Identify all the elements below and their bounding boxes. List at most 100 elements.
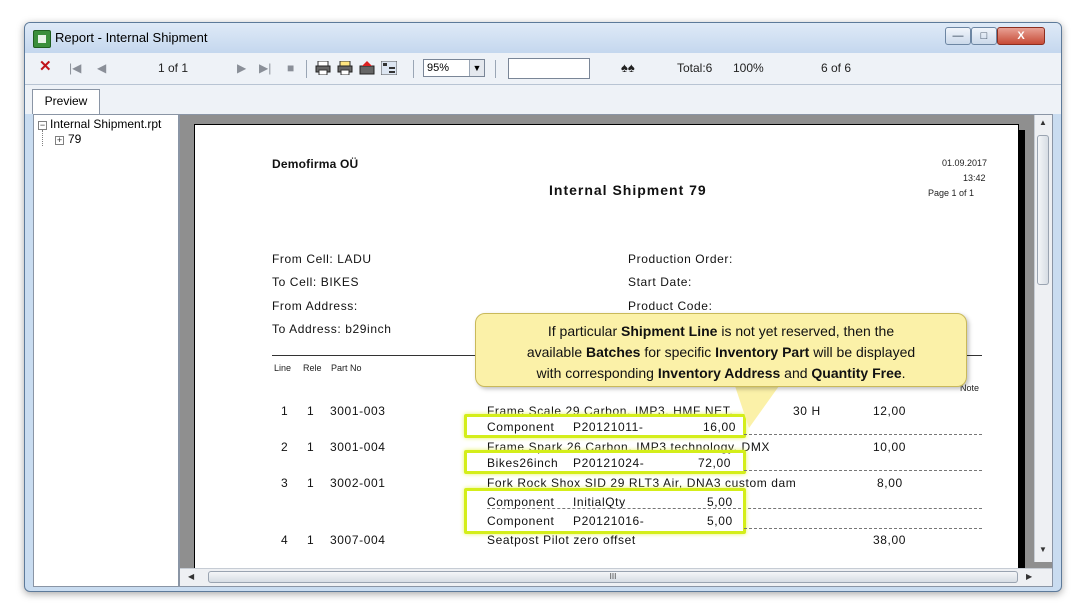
page-indicator: 1 of 1: [158, 61, 189, 75]
horizontal-scroll-thumb[interactable]: III: [208, 571, 1018, 583]
toolbar-separator: [413, 60, 414, 78]
callout-text: for specific: [640, 344, 716, 360]
export-icon[interactable]: [359, 61, 375, 75]
callout-emphasis: Inventory Part: [715, 344, 810, 360]
row-3-qty: 8,00: [877, 476, 903, 490]
row-4-part: 3007-004: [330, 533, 386, 547]
report-title: Internal Shipment 79: [549, 182, 707, 198]
row-2-qty: 10,00: [873, 440, 907, 454]
callout-pointer: [735, 386, 779, 428]
row-2-rel: 1: [307, 440, 315, 454]
batch-highlight: [464, 450, 746, 474]
row-4-desc: Seatpost Pilot zero offset: [487, 533, 636, 547]
total-records: Total:6: [677, 61, 713, 75]
to-address: To Address: b29inch: [272, 322, 392, 336]
record-count: 6 of 6: [821, 61, 852, 75]
batch-highlight: [464, 488, 746, 534]
callout-text: and: [780, 365, 812, 381]
minimize-button[interactable]: —: [945, 27, 971, 45]
row-1-part: 3001-003: [330, 404, 386, 418]
group-tree-icon[interactable]: [381, 61, 397, 75]
scroll-up-icon[interactable]: ▲: [1039, 118, 1047, 127]
callout-line-1: If particular Shipment Line is not yet r…: [476, 321, 966, 342]
title-bar: Report - Internal Shipment — □ X: [25, 23, 1061, 53]
print-date: 01.09.2017: [942, 158, 988, 168]
batch-highlight: [464, 414, 746, 438]
row-3-line: 3: [281, 476, 289, 490]
row-2-part: 3001-004: [330, 440, 386, 454]
production-order: Production Order:: [628, 252, 733, 266]
company-name: Demofirma OÜ: [272, 157, 359, 171]
callout-text: .: [901, 365, 906, 381]
binoculars-icon[interactable]: ♠♠: [621, 59, 635, 77]
toolbar-separator: [495, 60, 496, 78]
zoom-value: 95%: [427, 62, 450, 74]
annotation-callout: If particular Shipment Line is not yet r…: [475, 313, 967, 387]
callout-text: If particular: [547, 323, 622, 339]
horizontal-scrollbar[interactable]: ◀ III ▶: [180, 568, 1052, 586]
app-icon: [33, 30, 51, 48]
col-rele: Rele: [303, 363, 322, 373]
vertical-scrollbar[interactable]: ▲ ▼: [1034, 115, 1052, 562]
row-2-line: 2: [281, 440, 289, 454]
percent-complete: 100%: [733, 61, 764, 75]
maximize-button[interactable]: □: [971, 27, 997, 45]
row-separator: [744, 470, 982, 471]
printer-setup-icon[interactable]: [337, 61, 353, 75]
scroll-right-icon[interactable]: ▶: [1026, 572, 1032, 581]
stop-icon[interactable]: ■: [287, 59, 294, 77]
callout-emphasis: Batches: [586, 344, 641, 360]
to-cell: To Cell: BIKES: [272, 275, 360, 289]
row-1-qty: 12,00: [873, 404, 907, 418]
col-line: Line: [274, 363, 292, 373]
callout-line-2: available Batches for specific Inventory…: [476, 342, 966, 363]
print-icon[interactable]: [315, 61, 331, 75]
tab-preview[interactable]: Preview: [32, 89, 100, 114]
last-page-icon[interactable]: ▶|: [259, 59, 271, 77]
callout-emphasis: Shipment Line: [621, 323, 718, 339]
callout-line-3: with corresponding Inventory Address and…: [476, 363, 966, 384]
row-1-line: 1: [281, 404, 289, 418]
previous-page-icon[interactable]: ◀: [97, 59, 106, 77]
tree-item-root[interactable]: Internal Shipment.rpt: [50, 117, 161, 131]
row-3-rel: 1: [307, 476, 315, 490]
chevron-down-icon[interactable]: ▼: [469, 60, 484, 76]
row-4-qty: 38,00: [873, 533, 907, 547]
callout-text: available: [526, 344, 586, 360]
row-1-desc-tail: 30 H: [793, 404, 821, 418]
col-part-no: Part No: [331, 363, 362, 373]
next-page-icon[interactable]: ▶: [237, 59, 246, 77]
close-button[interactable]: X: [997, 27, 1045, 45]
row-separator: [744, 528, 982, 529]
start-date: Start Date:: [628, 275, 692, 289]
tab-strip: Preview: [25, 85, 1061, 114]
page-number: Page 1 of 1: [928, 188, 975, 198]
print-time: 13:42: [963, 173, 986, 183]
toolbar: ✕ |◀ ◀ 1 of 1 ▶ ▶| ■ 95% ▼ ♠♠ Total:6 100…: [25, 53, 1061, 85]
row-separator: [744, 434, 982, 435]
row-4-line: 4: [281, 533, 289, 547]
scroll-down-icon[interactable]: ▼: [1039, 545, 1047, 554]
tree-line: [42, 130, 44, 146]
zoom-select[interactable]: 95% ▼: [423, 59, 485, 77]
close-report-icon[interactable]: ✕: [39, 58, 52, 76]
callout-text: with corresponding: [536, 365, 658, 381]
expand-icon[interactable]: +: [55, 136, 64, 145]
collapse-icon[interactable]: −: [38, 121, 47, 130]
first-page-icon[interactable]: |◀: [69, 59, 81, 77]
callout-text: will be displayed: [809, 344, 916, 360]
vertical-scroll-thumb[interactable]: [1037, 135, 1049, 285]
scroll-left-icon[interactable]: ◀: [188, 572, 194, 581]
row-4-rel: 1: [307, 533, 315, 547]
toolbar-separator: [306, 60, 307, 78]
row-1-rel: 1: [307, 404, 315, 418]
callout-emphasis: Quantity Free: [811, 365, 902, 381]
tree-item-79[interactable]: 79: [68, 132, 81, 146]
product-code: Product Code:: [628, 299, 713, 313]
callout-emphasis: Inventory Address: [657, 365, 781, 381]
group-tree: − Internal Shipment.rpt + 79: [33, 114, 179, 587]
from-address: From Address:: [272, 299, 358, 313]
callout-text: is not yet reserved, then the: [717, 323, 895, 339]
window-title: Report - Internal Shipment: [55, 30, 208, 45]
search-text-input[interactable]: [508, 58, 590, 79]
